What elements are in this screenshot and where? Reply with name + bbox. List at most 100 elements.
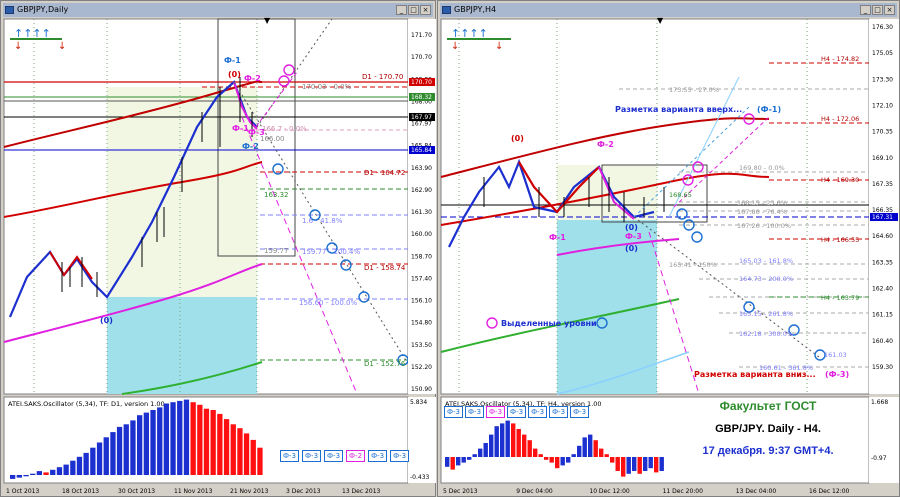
wave-label-zero-mid: (0)	[625, 223, 638, 232]
phase-button[interactable]: Ф-3	[324, 450, 344, 462]
oscillator-bar	[505, 420, 510, 457]
phase-button[interactable]: Ф-3	[570, 406, 590, 418]
arrow-down-icon: ↓	[14, 41, 22, 52]
label-fib-164-73: 164.73 - 200.0%	[739, 275, 793, 283]
price-tick-label: 159.30	[872, 364, 893, 371]
oscillator-bar	[489, 434, 494, 457]
oscillator-bar	[500, 423, 505, 457]
price-tick-label: 171.70	[411, 32, 432, 39]
h4-chart-titlebar[interactable]: GBPJPY,H4 _ □ ×	[440, 3, 897, 17]
h4-chart-title: GBPJPY,H4	[454, 5, 497, 14]
annotation-markup-up: Разметка варианта вверх...	[615, 105, 742, 114]
price-tick-label: 169.10	[872, 155, 893, 162]
oscillator-bar	[190, 402, 196, 475]
oscillator-bar	[237, 428, 243, 475]
time-tick-label: 11 Dec 20:00	[663, 488, 704, 495]
time-tick-label: 9 Dec 04:00	[516, 488, 553, 495]
oscillator-bar	[456, 457, 461, 466]
price-tick-label: 154.80	[411, 320, 432, 327]
oscillator-bar	[23, 475, 29, 477]
price-tick-label: 173.30	[872, 76, 893, 83]
phase-button[interactable]: Ф-3	[368, 450, 388, 462]
label-fib-161-03: 161.03	[824, 351, 847, 359]
price-tick-label: 172.10	[872, 102, 893, 109]
close-button[interactable]: ×	[420, 5, 431, 15]
label-fib-100-4: 159.77 - 100.4%	[302, 248, 361, 256]
wave-label-phi2-blue: Ф-2	[242, 142, 259, 151]
oscillator-bar	[621, 457, 626, 477]
price-badge-168: 168.32	[411, 94, 432, 101]
phase-button[interactable]: Ф-3	[528, 406, 548, 418]
oscillator-bar	[511, 423, 516, 457]
annotation-markup-down-tag: (Ф-3)	[825, 370, 849, 379]
price-tick-label: 162.90	[411, 187, 432, 194]
price-tick-label: 163.90	[411, 165, 432, 172]
time-tick-label: 11 Nov 2013	[174, 488, 213, 495]
oscillator-bar	[615, 457, 620, 471]
phase-button-active[interactable]: Ф-3	[486, 406, 506, 418]
oscillator-bar	[150, 410, 156, 475]
wave-label-phi1: Ф-1	[549, 233, 566, 242]
daily-chart-title: GBPJPY,Daily	[17, 5, 69, 14]
phase-button[interactable]: Ф-3	[444, 406, 464, 418]
close-button[interactable]: ×	[884, 5, 895, 15]
h4-chart-window[interactable]: GBPJPY,H4 _ □ × H4 - 174.82 173.55 - 27.…	[437, 0, 900, 497]
maximize-button[interactable]: □	[872, 5, 883, 15]
maximize-button[interactable]: □	[408, 5, 419, 15]
oscillator-bar	[654, 457, 659, 473]
oscillator-bar	[544, 457, 549, 460]
phase-button[interactable]: Ф-3	[465, 406, 485, 418]
daily-price-chart[interactable]: D1 - 170.70 170.03 - 0.0% 166.7 - 0.0% 1…	[2, 17, 436, 496]
pair-title: GBP/JPY. Daily - H4.	[715, 423, 821, 435]
arrow-down-icon: ↓	[451, 41, 459, 52]
oscillator-bar	[610, 457, 615, 463]
marker-triangle-icon: ▼	[657, 17, 664, 25]
label-h4-166: H4 - 166.55	[821, 236, 859, 244]
oscillator-bar	[63, 464, 69, 475]
oscillator-bar	[83, 452, 89, 475]
wave-label-zero-top: (0)	[511, 134, 524, 143]
faculty-title: Факультет ГОСТ	[719, 399, 817, 413]
oscillator-bar	[555, 457, 560, 469]
price-tick-label: 164.60	[872, 233, 893, 240]
price-tick-label: 161.15	[872, 312, 893, 319]
phase-button[interactable]: Ф-3	[507, 406, 527, 418]
oscillator-bar	[56, 467, 63, 475]
oscillator-bar	[538, 454, 543, 457]
minimize-button[interactable]: _	[860, 5, 871, 15]
phase-button[interactable]: Ф-3	[390, 450, 410, 462]
time-tick-label: 3 Dec 2013	[286, 488, 321, 495]
label-fib-162-18: 162.18 - 300.0%	[739, 330, 793, 338]
oscillator-bar	[170, 402, 176, 475]
minimize-button[interactable]: _	[396, 5, 407, 15]
daily-chart-window[interactable]: GBPJPY,Daily _ □ × D1 - 170.70 170.03 - …	[0, 0, 436, 497]
label-d1-152: D1 - 152.76	[364, 360, 406, 368]
phase-button[interactable]: Ф-3	[549, 406, 569, 418]
label-fib-163-15: 163.15 - 261.8%	[739, 310, 793, 318]
label-fib-167-26: 167.26 - 100.0%	[737, 222, 791, 230]
label-fib-165-03: 165.03 - 161.8%	[739, 257, 793, 265]
label-h4-172: H4 - 172.06	[821, 115, 859, 123]
marker-triangle-icon: ▼	[264, 17, 271, 25]
oscillator-bar	[90, 447, 96, 475]
label-fib-170: 170.03 - 0.0%	[302, 83, 352, 91]
phase-button[interactable]: Ф-3	[302, 450, 322, 462]
daily-chart-titlebar[interactable]: GBPJPY,Daily _ □ ×	[3, 3, 433, 17]
oscillator-bar	[527, 440, 532, 457]
h4-phase-buttons: Ф-3 Ф-3 Ф-3 Ф-3 Ф-3 Ф-3 Ф-3	[444, 406, 590, 418]
oscillator-bar	[467, 457, 472, 460]
phase-button-active[interactable]: Ф-2	[346, 450, 366, 462]
oscillator-bar	[494, 426, 499, 457]
phase-button[interactable]: Ф-3	[280, 450, 300, 462]
oscillator-bar	[659, 457, 664, 471]
label-fib-41: 1.6 - 41.8%	[302, 217, 343, 225]
oscillator-bar	[472, 454, 477, 457]
price-tick-label: 152.20	[411, 364, 432, 371]
oscillator-bar	[157, 407, 163, 475]
oscillator-bar	[203, 408, 210, 475]
oscillator-bar	[230, 424, 236, 475]
label-fib-167-86: 167.86 - 76.4%	[737, 208, 787, 216]
price-tick-label: 156.10	[411, 298, 432, 305]
oscillator-bar	[483, 443, 488, 457]
chart-window-icon	[5, 6, 14, 14]
